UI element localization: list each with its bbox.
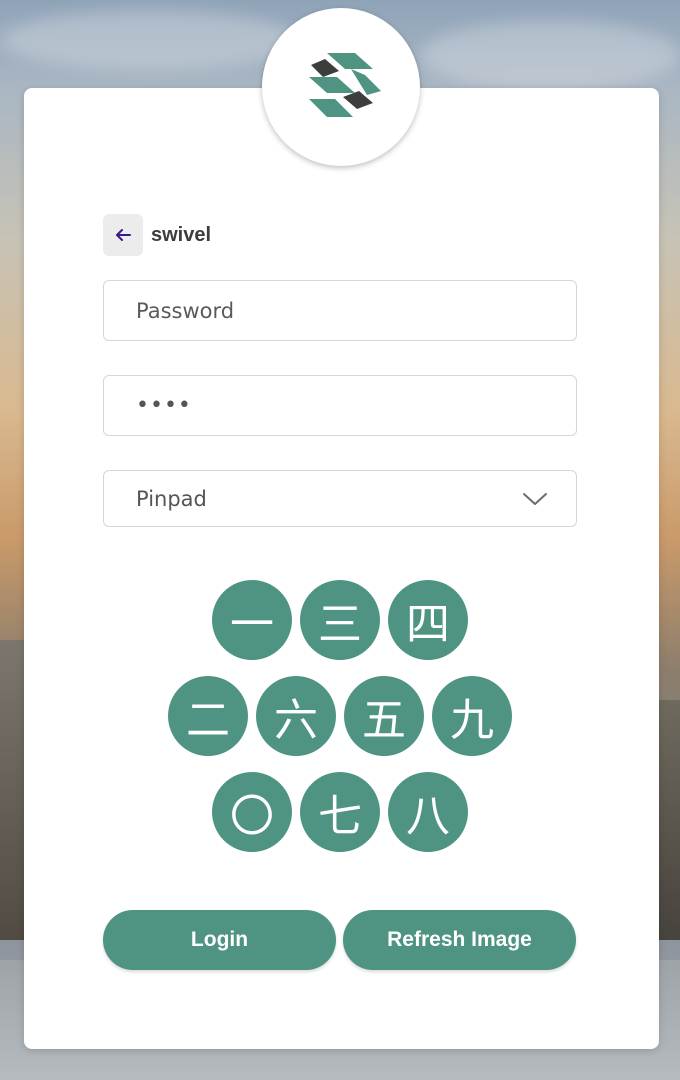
auth-method-select[interactable]: Pinpad — [103, 470, 577, 527]
auth-method-value: Pinpad — [136, 486, 207, 511]
pin-button[interactable]: 三 — [300, 580, 380, 660]
pinpad-row: 二 六 五 九 — [0, 676, 680, 756]
back-button[interactable] — [103, 214, 143, 256]
pin-button[interactable]: 八 — [388, 772, 468, 852]
password-label-field[interactable]: Password — [103, 280, 577, 341]
pin-button[interactable]: 九 — [432, 676, 512, 756]
username-label: swivel — [151, 223, 212, 246]
pin-button[interactable]: 一 — [212, 580, 292, 660]
pin-button[interactable]: 二 — [168, 676, 248, 756]
arrow-left-icon — [116, 229, 131, 241]
user-row: swivel — [103, 214, 211, 256]
field-placeholder: Password — [136, 298, 235, 323]
pin-button[interactable]: 六 — [256, 676, 336, 756]
password-field[interactable]: •••• — [103, 375, 577, 436]
pinpad-row: 〇 七 八 — [0, 772, 680, 852]
logo-badge — [262, 8, 420, 166]
password-value: •••• — [136, 393, 192, 418]
pinpad-row: 一 三 四 — [0, 580, 680, 660]
pin-button[interactable]: 七 — [300, 772, 380, 852]
pinpad: 一 三 四 二 六 五 九 〇 七 八 — [0, 580, 680, 868]
pin-button[interactable]: 四 — [388, 580, 468, 660]
background-cloud — [0, 10, 300, 70]
background-cloud — [420, 20, 680, 90]
pin-button[interactable]: 〇 — [212, 772, 292, 852]
refresh-image-button[interactable]: Refresh Image — [343, 910, 576, 970]
pin-button[interactable]: 五 — [344, 676, 424, 756]
login-button[interactable]: Login — [103, 910, 336, 970]
swivel-logo-icon — [309, 53, 381, 117]
chevron-down-icon — [523, 492, 547, 505]
